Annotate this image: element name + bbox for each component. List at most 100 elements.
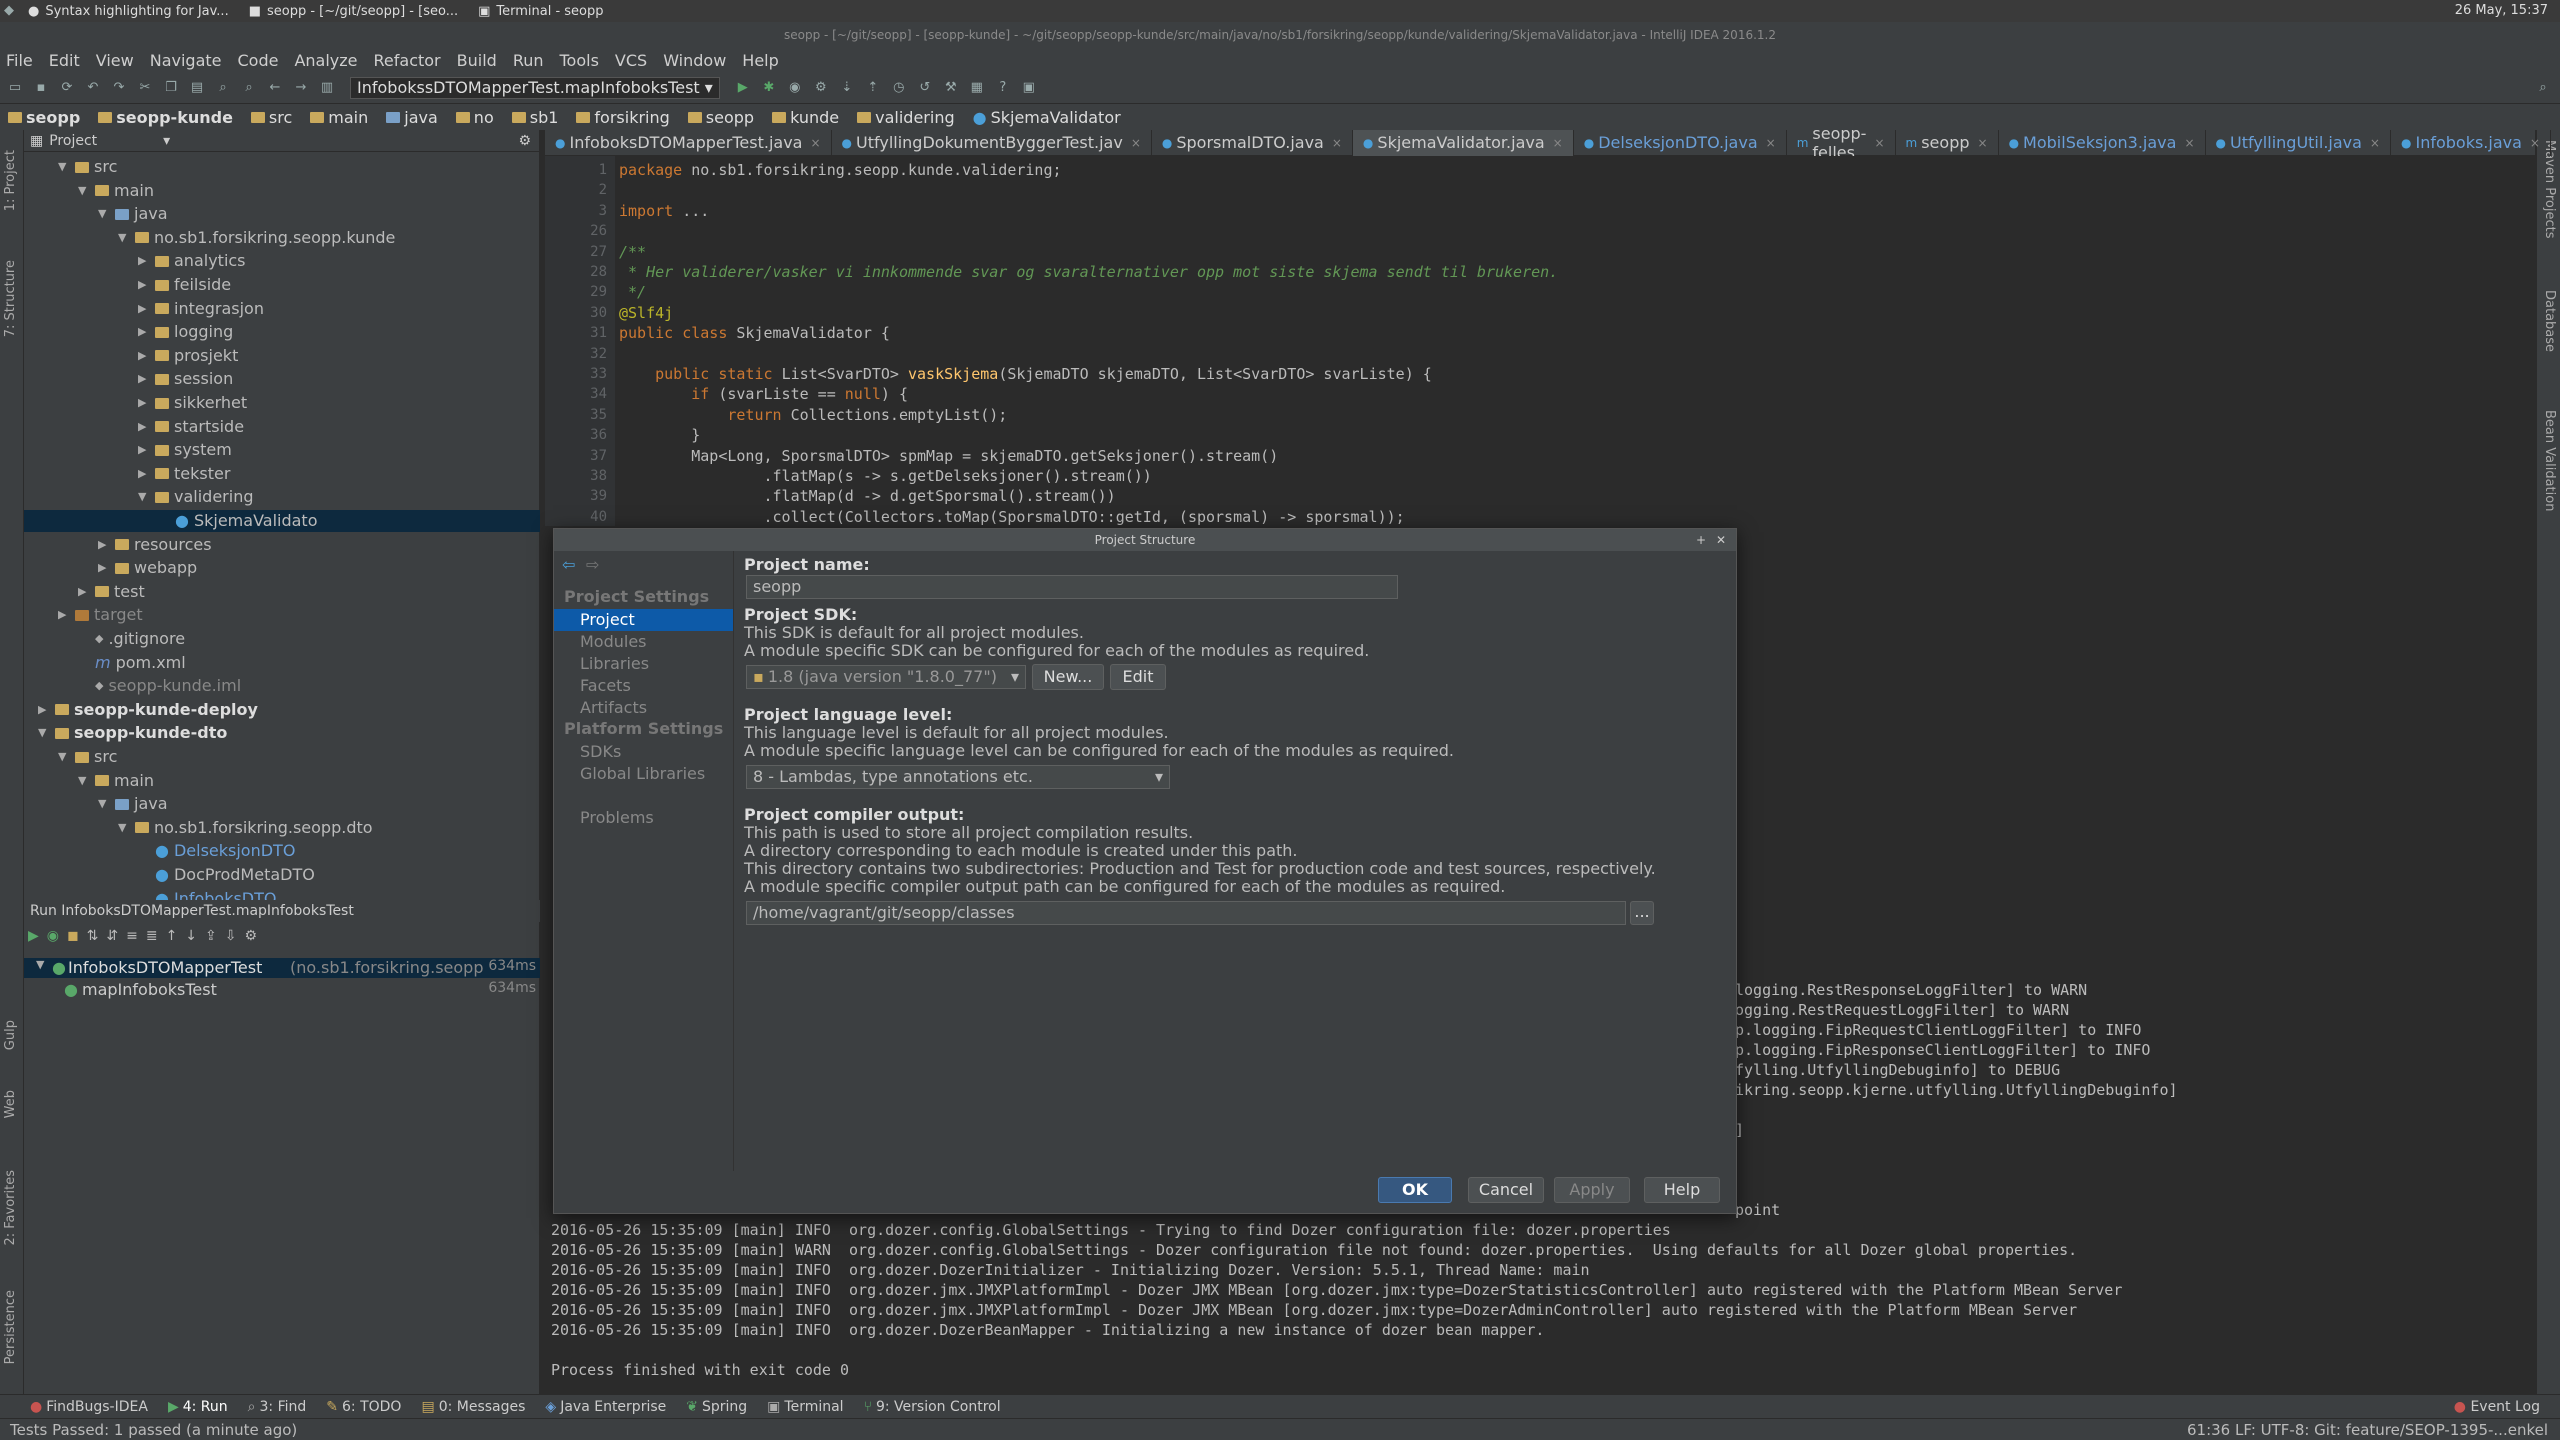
tool-window-tab[interactable]: ● FindBugs-IDEA	[30, 1399, 148, 1415]
collapsed-arrow-icon[interactable]: ▶	[138, 463, 150, 485]
cut-icon[interactable]: ✂	[136, 79, 154, 97]
gear-icon[interactable]: ⚙	[518, 133, 531, 149]
menu-edit[interactable]: Edit	[49, 51, 80, 70]
breadcrumb-java[interactable]: java	[386, 108, 438, 127]
tree-node[interactable]: ▶ analytics	[138, 250, 246, 272]
next-failed-icon[interactable]: ↓	[185, 928, 197, 944]
expanded-arrow-icon[interactable]: ▼	[78, 180, 90, 202]
close-icon[interactable]: ×	[1332, 136, 1342, 150]
tree-node[interactable]: ● DelseksjonDTO	[138, 840, 295, 862]
rerun-icon[interactable]: ▶	[28, 928, 39, 944]
settings-icon[interactable]: ⚒	[942, 79, 960, 97]
tree-node[interactable]: ● SkjemaValidato	[24, 510, 540, 532]
tree-node[interactable]: ▼ seopp-kunde-dto	[38, 722, 227, 744]
tool-structure[interactable]: 7: Structure	[3, 260, 18, 337]
tool-window-tab[interactable]: ◈ Java Enterprise	[545, 1399, 666, 1415]
tree-node[interactable]: ▼ java	[98, 793, 168, 815]
menu-run[interactable]: Run	[513, 51, 544, 70]
cancel-button[interactable]: Cancel	[1468, 1177, 1544, 1203]
tool-bean-validation[interactable]: Bean Validation	[2542, 410, 2557, 511]
settings-icon[interactable]: ⚙	[245, 928, 258, 944]
tree-node[interactable]: ▶ target	[58, 604, 143, 626]
build-icon[interactable]: ▥	[318, 79, 336, 97]
prev-failed-icon[interactable]: ↑	[166, 928, 178, 944]
tree-node[interactable]: m pom.xml	[78, 652, 186, 674]
help-icon[interactable]: ?	[994, 79, 1012, 97]
sync-icon[interactable]: ⟳	[58, 79, 76, 97]
collapsed-arrow-icon[interactable]: ▶	[138, 416, 150, 438]
tree-node[interactable]: ▶ startside	[138, 416, 244, 438]
task-ide[interactable]: ■ seopp - [~/git/seopp] - [seo...	[239, 0, 468, 22]
status-message[interactable]: Tests Passed: 1 passed (a minute ago)	[10, 1421, 297, 1439]
tree-node[interactable]: ◆ .gitignore	[78, 628, 185, 650]
tree-node[interactable]: ▶ resources	[98, 534, 212, 556]
close-icon[interactable]: ×	[2370, 136, 2380, 150]
tree-node[interactable]: ▶ system	[138, 439, 232, 461]
tree-node[interactable]: ▼ main	[78, 770, 154, 792]
export-icon[interactable]: ⇪	[205, 928, 217, 944]
close-icon[interactable]: ×	[810, 136, 820, 150]
help-button[interactable]: Help	[1644, 1177, 1720, 1203]
expanded-arrow-icon[interactable]: ▼	[118, 817, 130, 839]
sdk-new-button[interactable]: New...	[1032, 664, 1104, 690]
expanded-arrow-icon[interactable]: ▼	[58, 746, 70, 768]
close-icon[interactable]: ×	[1553, 136, 1563, 150]
breadcrumb-sb1[interactable]: sb1	[511, 108, 558, 127]
sidebar-item-facets[interactable]: Facets	[554, 675, 733, 697]
maximize-icon[interactable]: +	[1696, 529, 1706, 551]
sidebar-item-project[interactable]: Project	[554, 609, 733, 631]
tree-node[interactable]: ▼ src	[58, 156, 117, 178]
editor-tab[interactable]: m seopp ×	[1896, 129, 1999, 156]
close-icon[interactable]: ×	[1978, 136, 1988, 150]
editor-tab[interactable]: ● DelseksjonDTO.java ×	[1574, 129, 1787, 156]
forward-icon[interactable]: →	[292, 79, 310, 97]
search-everywhere-icon[interactable]: ⌕	[2534, 79, 2552, 97]
copy-icon[interactable]: ❐	[162, 79, 180, 97]
tree-node[interactable]: ▶ seopp-kunde-deploy	[38, 699, 258, 721]
tree-node[interactable]: ▶ logging	[138, 321, 233, 343]
event-log-button[interactable]: ● Event Log	[2454, 1399, 2540, 1415]
tree-node[interactable]: ▶ tekster	[138, 463, 230, 485]
project-name-input[interactable]: seopp	[746, 575, 1398, 599]
breadcrumb-forsikring[interactable]: forsikring	[576, 108, 670, 127]
tool-window-tab[interactable]: ▣ Terminal	[767, 1399, 843, 1415]
passed-filter-icon[interactable]: ◉	[47, 928, 59, 944]
vcs-update-icon[interactable]: ⇣	[838, 79, 856, 97]
tool-window-tab[interactable]: ✎ 6: TODO	[326, 1399, 401, 1415]
code-editor[interactable]: package no.sb1.forsikring.seopp.kunde.va…	[615, 156, 2535, 526]
language-level-select[interactable]: 8 - Lambdas, type annotations etc. ▾	[746, 765, 1170, 789]
breadcrumb-seopp-kunde[interactable]: seopp-kunde	[98, 108, 233, 127]
menu-analyze[interactable]: Analyze	[294, 51, 357, 70]
expanded-arrow-icon[interactable]: ▼	[118, 227, 130, 249]
undo-icon[interactable]: ↶	[84, 79, 102, 97]
tree-node[interactable]: ▶ prosjekt	[138, 345, 238, 367]
tree-node[interactable]: ▶ webapp	[98, 557, 197, 579]
editor-tab[interactable]: ● SporsmalDTO.java ×	[1152, 129, 1353, 156]
menu-window[interactable]: Window	[663, 51, 726, 70]
collapsed-arrow-icon[interactable]: ▶	[98, 557, 110, 579]
sidebar-item-libraries[interactable]: Libraries	[554, 653, 733, 675]
project-view-select[interactable]: Project	[49, 133, 97, 149]
history-icon[interactable]: ◷	[890, 79, 908, 97]
task-browser[interactable]: ● Syntax highlighting for Jav...	[18, 0, 239, 22]
tree-node[interactable]: ▶ session	[138, 368, 233, 390]
system-menu-icon[interactable]: ◆	[0, 2, 18, 20]
sort-duration-icon[interactable]: ⇵	[106, 928, 118, 944]
collapsed-arrow-icon[interactable]: ▶	[138, 392, 150, 414]
sidebar-item-problems[interactable]: Problems	[554, 807, 733, 829]
tree-node[interactable]: ● DocProdMetaDTO	[138, 864, 315, 886]
breadcrumb-seopp[interactable]: seopp	[8, 108, 80, 127]
tool-favorites[interactable]: 2: Favorites	[3, 1170, 18, 1246]
debug-icon[interactable]: ✱	[760, 79, 778, 97]
expanded-arrow-icon[interactable]: ▼	[98, 793, 110, 815]
collapsed-arrow-icon[interactable]: ▶	[138, 345, 150, 367]
editor-tab[interactable]: m seopp-felles ×	[1787, 124, 1896, 162]
menu-file[interactable]: File	[6, 51, 33, 70]
tree-node[interactable]: ▶ feilside	[138, 274, 231, 296]
tree-node[interactable]: ▼ validering	[138, 486, 253, 508]
back-icon[interactable]: ⇦	[562, 555, 575, 574]
editor-tab[interactable]: ● Infoboks.java ×	[2391, 129, 2551, 156]
compiler-output-input[interactable]: /home/vagrant/git/seopp/classes	[746, 901, 1626, 925]
breadcrumb-skjemavalidator[interactable]: ● SkjemaValidator	[973, 108, 1121, 127]
menu-tools[interactable]: Tools	[560, 51, 599, 70]
